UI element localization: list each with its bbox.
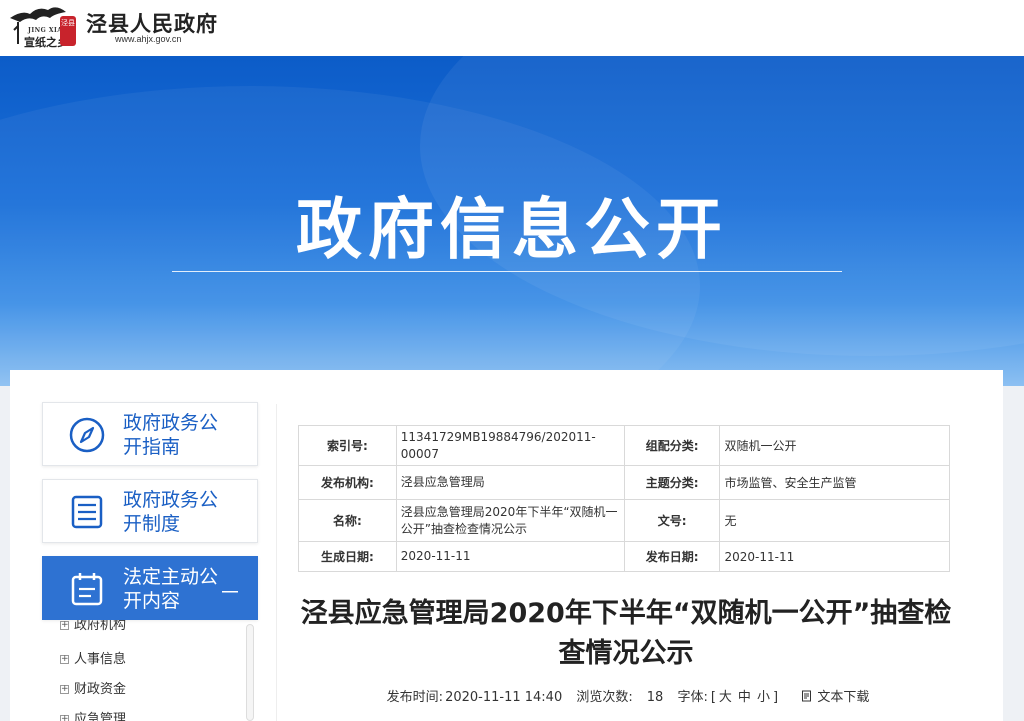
publish-time-value: 2020-11-11 14:40: [445, 690, 563, 705]
font-bracket-close: ]: [772, 690, 779, 705]
tree-item-label: 政府机构: [74, 620, 127, 633]
article-info-bar: 发布时间: 2020-11-11 14:40 浏览次数: 18 字体:[大中小] 文…: [277, 686, 979, 705]
index-label: 索引号:: [298, 425, 397, 466]
expand-icon[interactable]: +: [60, 685, 69, 694]
document-icon: [802, 690, 812, 702]
table-row: 索引号: 11341729MB19884796/202011-00007 组配分…: [298, 425, 950, 466]
content-area: 政府政务公开指南 政府政务公开制度 法定主动公开内容 － + 政府机构 + 人事信息…: [10, 370, 1003, 721]
index-value: 11341729MB19884796/202011-00007: [395, 425, 625, 466]
site-header: JING XIAN 宣纸之乡 泾县 泾县人民政府 www.ahjx.gov.cn: [0, 0, 1024, 56]
calendar-icon: [71, 573, 103, 606]
tree-item-label: 应急管理: [74, 712, 127, 721]
table-row: 名称: 泾县应急管理局2020年下半年“双随机一公开”抽查检查情况公示 文号: …: [298, 499, 950, 542]
site-url[interactable]: www.ahjx.gov.cn: [115, 34, 181, 44]
docno-value: 无: [719, 499, 950, 542]
tree-item-label: 财政资金: [74, 682, 127, 697]
collapse-icon[interactable]: －: [219, 575, 241, 607]
category-label: 组配分类:: [623, 425, 721, 466]
tree-item-label: 人事信息: [74, 652, 127, 667]
list-icon: [71, 495, 103, 529]
metadata-table: 索引号: 11341729MB19884796/202011-00007 组配分…: [298, 425, 950, 572]
docno-label: 文号:: [623, 499, 721, 542]
views-label: 浏览次数:: [576, 690, 633, 705]
sidebar-tree: + 政府机构 + 人事信息 + 财政资金 + 应急管理: [42, 620, 258, 721]
created-label: 生成日期:: [298, 541, 397, 572]
expand-icon[interactable]: +: [60, 621, 69, 630]
view-count: 浏览次数: 18: [576, 690, 663, 705]
download-label: 文本下载: [817, 690, 870, 705]
font-small-button[interactable]: 小: [757, 690, 770, 705]
name-value: 泾县应急管理局2020年下半年“双随机一公开”抽查检查情况公示: [395, 499, 625, 542]
tree-item[interactable]: + 应急管理: [60, 708, 126, 721]
table-row: 生成日期: 2020-11-11 发布日期: 2020-11-11: [298, 541, 950, 572]
topic-value: 市场监管、安全生产监管: [719, 465, 950, 500]
font-size-control: 字体:[大中小]: [677, 690, 778, 705]
font-label: 字体:: [677, 690, 708, 705]
expand-icon[interactable]: +: [60, 655, 69, 664]
article-title: 泾县应急管理局2020年下半年“双随机一公开”抽查检查情况公示: [300, 598, 952, 669]
download-link[interactable]: 文本下载: [801, 690, 869, 705]
created-value: 2020-11-11: [395, 541, 625, 572]
publish-time-label: 发布时间:: [386, 690, 444, 705]
compass-icon: [69, 417, 105, 453]
sidebar-item-label: 法定主动公开内容: [123, 566, 219, 612]
expand-icon[interactable]: +: [60, 715, 69, 721]
table-row: 发布机构: 泾县应急管理局 主题分类: 市场监管、安全生产监管: [298, 465, 950, 500]
tree-item[interactable]: + 政府机构: [60, 620, 126, 633]
name-label: 名称:: [298, 499, 397, 542]
sidebar-item-system[interactable]: 政府政务公开制度: [42, 479, 258, 543]
published-label: 发布日期:: [623, 541, 721, 572]
publisher-label: 发布机构:: [298, 465, 397, 500]
font-medium-button[interactable]: 中: [738, 690, 751, 705]
sidebar-item-label: 政府政务公开制度: [123, 489, 219, 535]
views-value: 18: [646, 690, 664, 705]
banner-divider: [172, 271, 842, 272]
font-bracket-open: [: [710, 690, 716, 705]
sidebar-item-statutory[interactable]: 法定主动公开内容 －: [42, 556, 258, 620]
publish-time: 发布时间: 2020-11-11 14:40: [387, 690, 563, 705]
tree-item[interactable]: + 人事信息: [60, 648, 126, 667]
banner: 政府信息公开: [0, 56, 1024, 386]
font-large-button[interactable]: 大: [719, 690, 732, 705]
article-panel: 索引号: 11341729MB19884796/202011-00007 组配分…: [276, 404, 978, 721]
sidebar-item-guide[interactable]: 政府政务公开指南: [42, 402, 258, 466]
tree-item[interactable]: + 财政资金: [60, 678, 126, 697]
seal-text: 泾县: [61, 19, 75, 27]
logo-seal: 泾县: [60, 16, 76, 46]
publisher-value: 泾县应急管理局: [395, 465, 625, 500]
topic-label: 主题分类:: [623, 465, 721, 500]
banner-title: 政府信息公开: [296, 191, 728, 268]
tree-scrollbar[interactable]: [246, 624, 254, 721]
category-value: 双随机一公开: [719, 425, 950, 466]
sidebar-item-label: 政府政务公开指南: [123, 412, 219, 458]
published-value: 2020-11-11: [719, 541, 950, 572]
